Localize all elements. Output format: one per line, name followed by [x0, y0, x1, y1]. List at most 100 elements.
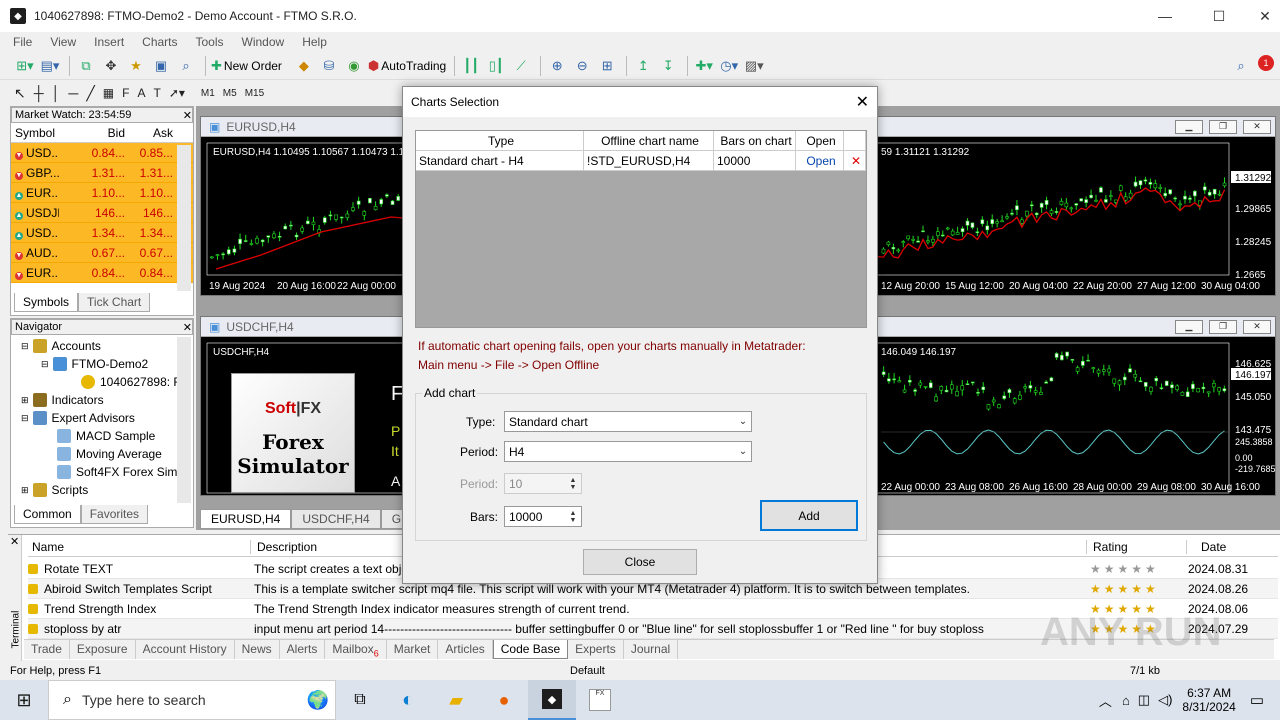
options-icon[interactable]: ⛁ [318, 55, 340, 77]
dialog-close-icon[interactable]: ✕ [856, 92, 869, 112]
tab-experts[interactable]: Experts [568, 640, 624, 659]
taskbar-search[interactable]: ⌕ Type here to search 🌍 [48, 680, 336, 720]
tab-mailbox[interactable]: Mailbox6 [325, 640, 387, 659]
tab-alerts[interactable]: Alerts [280, 640, 326, 659]
templates-icon[interactable]: ▨▾ [743, 55, 765, 77]
vertical-line-icon[interactable]: │ [52, 85, 61, 101]
chart-shift-icon[interactable]: ↥ [632, 55, 654, 77]
chart-restore-button[interactable]: ❐ [1209, 119, 1237, 134]
tab-account-history[interactable]: Account History [136, 640, 235, 659]
indicators-icon[interactable]: ✚▾ [693, 55, 715, 77]
tab-journal[interactable]: Journal [624, 640, 679, 659]
search-icon[interactable]: ⌕ [1230, 55, 1252, 77]
nav-scripts[interactable]: ⊞ Scripts [11, 481, 193, 499]
tab-trade[interactable]: Trade [24, 640, 70, 659]
close-icon[interactable]: ✕ [183, 109, 192, 122]
tf-m1[interactable]: M1 [201, 88, 215, 99]
bar-chart-icon[interactable]: ┃┃ [460, 55, 482, 77]
autotrading-button[interactable]: ⬢ AutoTrading [368, 55, 446, 77]
nav-server[interactable]: ⊟ FTMO-Demo2 [11, 355, 193, 373]
bars-input[interactable]: 10000 ▲ ▼ [504, 506, 582, 527]
volume-icon[interactable]: ◁) [1158, 692, 1172, 708]
file-explorer-icon[interactable]: ▰ [432, 690, 480, 711]
list-item[interactable]: ▲USDJPY 146... 146... [11, 203, 193, 223]
scrollbar[interactable] [177, 145, 191, 291]
add-button[interactable]: Add [760, 500, 858, 531]
spinner-icon[interactable]: ▲ ▼ [565, 510, 581, 524]
trendline-icon[interactable]: ╱ [86, 85, 94, 102]
nav-expert-advisors[interactable]: ⊟ Expert Advisors [11, 409, 193, 427]
chart-tab-usdchf[interactable]: USDCHF,H4 [291, 509, 381, 529]
windows-start-icon[interactable]: ⊞ [0, 680, 48, 720]
close-icon[interactable]: ✕ [10, 535, 21, 548]
periods-icon[interactable]: ◷▾ [718, 55, 740, 77]
close-window-button[interactable]: ✕ [1242, 0, 1280, 32]
list-item[interactable]: ▲ USD... 1.34... 1.34... [11, 223, 193, 243]
navigator-icon[interactable]: ★ [125, 55, 147, 77]
zoom-in-icon[interactable]: ⊕ [546, 55, 568, 77]
menu-insert[interactable]: Insert [85, 35, 133, 49]
chart-tab-eurusd[interactable]: EURUSD,H4 [200, 509, 292, 529]
chart-close-button[interactable]: ✕ [1243, 119, 1271, 134]
menu-charts[interactable]: Charts [133, 35, 186, 49]
label-icon[interactable]: T [153, 86, 160, 100]
menu-tools[interactable]: Tools [187, 35, 233, 49]
col-bid[interactable]: Bid [59, 126, 125, 140]
text-icon[interactable]: A [137, 86, 145, 100]
menu-window[interactable]: Window [233, 35, 294, 49]
arrows-icon[interactable]: ➚▾ [169, 86, 185, 100]
tester-icon[interactable]: ⌕ [175, 55, 197, 77]
cursor-icon[interactable]: ↖ [14, 85, 26, 102]
menu-file[interactable]: File [0, 35, 41, 49]
tab-market[interactable]: Market [387, 640, 439, 659]
simulator-taskbar-icon[interactable]: FX [576, 680, 624, 720]
signals-icon[interactable]: ◉ [343, 55, 365, 77]
horizontal-line-icon[interactable]: ─ [68, 85, 78, 101]
clock[interactable]: 6:37 AM 8/31/2024 [1182, 686, 1235, 714]
menu-help[interactable]: Help [293, 35, 336, 49]
metatrader-taskbar-icon[interactable]: ◆ [528, 680, 576, 720]
metaeditor-icon[interactable]: ◆ [293, 55, 315, 77]
network-icon[interactable]: ⌂ [1122, 693, 1130, 708]
col-name[interactable]: Name [28, 540, 250, 554]
tab-favorites[interactable]: Favorites [80, 505, 149, 524]
autoscroll-icon[interactable]: ↧ [657, 55, 679, 77]
close-icon[interactable]: ✕ [183, 321, 192, 334]
col-date[interactable]: Date [1186, 539, 1266, 554]
tf-m15[interactable]: M15 [245, 88, 264, 99]
new-order-button[interactable]: ✚ New Order [211, 55, 282, 77]
terminal-icon[interactable]: ▣ [150, 55, 172, 77]
market-watch-icon[interactable]: ⧉ [75, 55, 97, 77]
tile-windows-icon[interactable]: ⊞ [596, 55, 618, 77]
nav-indicators[interactable]: ⊞ Indicators [11, 391, 193, 409]
maximize-button[interactable]: ☐ [1196, 0, 1242, 32]
line-chart-icon[interactable]: ⟋ [510, 55, 532, 77]
tab-exposure[interactable]: Exposure [70, 640, 136, 659]
chart-restore-button[interactable]: ❐ [1209, 319, 1237, 334]
candle-chart-icon[interactable]: ▯┃ [485, 55, 507, 77]
nav-ea-macd[interactable]: MACD Sample [11, 427, 193, 445]
notification-icon[interactable]: 1 [1258, 55, 1274, 71]
list-item[interactable]: ▲ EUR... 1.10... 1.10... [11, 183, 193, 203]
col-symbol[interactable]: Symbol [11, 126, 59, 140]
nav-ea-ma[interactable]: Moving Average [11, 445, 193, 463]
list-item[interactable]: ▼ EUR... 0.84... 0.84... [11, 263, 193, 283]
open-link[interactable]: Open [796, 151, 844, 171]
new-chart-icon[interactable]: ⊞▾ [14, 55, 36, 77]
tab-articles[interactable]: Articles [438, 640, 493, 659]
tab-common[interactable]: Common [14, 505, 81, 524]
close-button[interactable]: Close [583, 549, 697, 575]
tray-chevron-icon[interactable]: ︿ [1099, 691, 1112, 710]
col-ask[interactable]: Ask [125, 126, 173, 140]
firefox-icon[interactable]: ● [480, 690, 528, 711]
tab-news[interactable]: News [235, 640, 280, 659]
notifications-icon[interactable]: ▭ [1250, 691, 1264, 709]
menu-view[interactable]: View [41, 35, 85, 49]
channel-icon[interactable]: ▦ [103, 86, 114, 100]
nav-ea-softfx[interactable]: Soft4FX Forex Sim [11, 463, 193, 481]
fibo-icon[interactable]: F [122, 86, 129, 100]
list-item[interactable]: ▼ USD... 0.84... 0.85... [11, 143, 193, 163]
delete-icon[interactable]: ✕ [844, 151, 866, 171]
crosshair-tool-icon[interactable]: ┼ [34, 85, 44, 101]
nav-accounts[interactable]: ⊟ Accounts [11, 337, 193, 355]
